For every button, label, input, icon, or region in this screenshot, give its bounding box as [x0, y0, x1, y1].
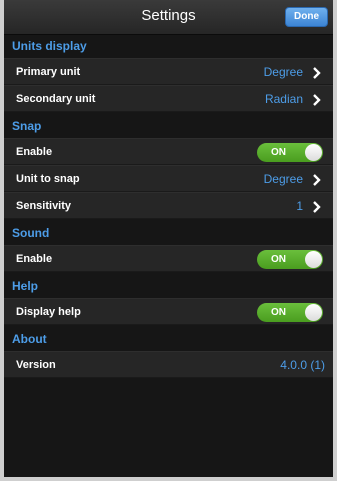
version-row: Version 4.0.0 (1)	[4, 351, 333, 378]
secondary-unit-row[interactable]: Secondary unit Radian	[4, 85, 333, 112]
unit-to-snap-label: Unit to snap	[16, 173, 80, 185]
sound-enable-toggle[interactable]: ON	[257, 250, 323, 269]
chevron-right-icon	[313, 174, 321, 186]
sensitivity-label: Sensitivity	[16, 200, 72, 212]
toggle-knob	[305, 144, 322, 161]
primary-unit-row[interactable]: Primary unit Degree	[4, 58, 333, 85]
toggle-knob	[305, 304, 322, 321]
sound-enable-row: Enable ON	[4, 245, 333, 272]
display-help-label: Display help	[16, 306, 81, 318]
chevron-right-icon	[313, 94, 321, 106]
section-header-help: Help	[12, 279, 39, 293]
section-header-sound: Sound	[12, 226, 50, 240]
secondary-unit-value: Radian	[264, 92, 303, 106]
chevron-right-icon	[313, 67, 321, 79]
toggle-on-text: ON	[271, 147, 286, 158]
settings-screen: Settings Done Units display Primary unit…	[4, 0, 333, 477]
version-label: Version	[16, 359, 56, 371]
snap-enable-toggle[interactable]: ON	[257, 143, 323, 162]
section-header-units-display: Units display	[12, 39, 87, 53]
done-button[interactable]: Done	[285, 7, 328, 27]
sound-enable-label: Enable	[16, 253, 53, 265]
sensitivity-value: 1	[296, 199, 303, 213]
secondary-unit-label: Secondary unit	[16, 93, 96, 105]
toggle-on-text: ON	[271, 307, 286, 318]
chevron-right-icon	[313, 201, 321, 213]
primary-unit-value: Degree	[263, 65, 303, 79]
display-help-row: Display help ON	[4, 298, 333, 325]
navigation-bar: Settings Done	[4, 0, 333, 35]
display-help-toggle[interactable]: ON	[257, 303, 323, 322]
snap-enable-row: Enable ON	[4, 138, 333, 165]
toggle-knob	[305, 251, 322, 268]
unit-to-snap-value: Degree	[263, 172, 303, 186]
page-title: Settings	[141, 7, 196, 24]
sensitivity-row[interactable]: Sensitivity 1	[4, 192, 333, 219]
primary-unit-label: Primary unit	[16, 66, 81, 78]
snap-enable-label: Enable	[16, 146, 53, 158]
version-value: 4.0.0 (1)	[280, 358, 325, 372]
toggle-on-text: ON	[271, 254, 286, 265]
unit-to-snap-row[interactable]: Unit to snap Degree	[4, 165, 333, 192]
section-header-about: About	[12, 332, 47, 346]
section-header-snap: Snap	[12, 119, 42, 133]
